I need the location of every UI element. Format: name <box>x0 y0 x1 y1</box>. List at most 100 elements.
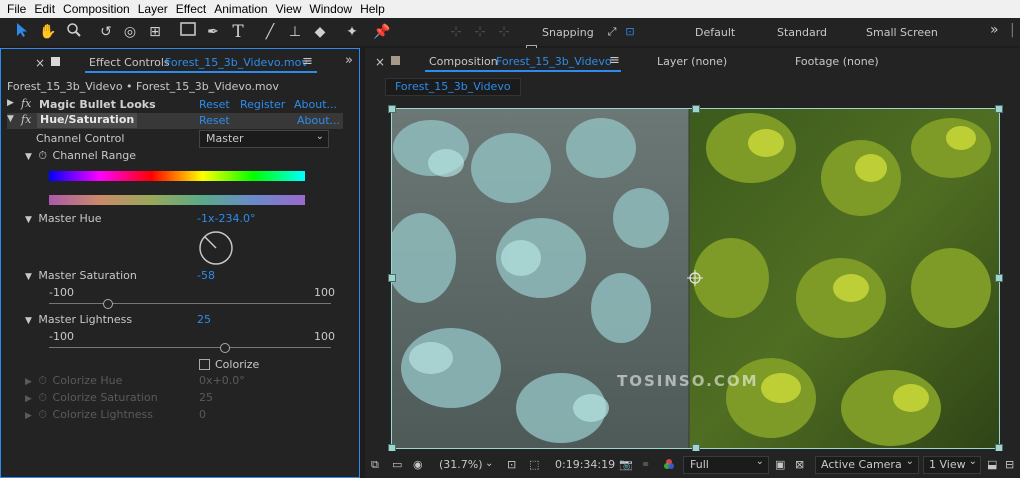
comp-breadcrumb[interactable]: Forest_15_3b_Videvo <box>385 78 521 96</box>
menu-effect[interactable]: Effect <box>176 2 206 16</box>
expanded-arrow-icon[interactable]: ▼ <box>25 215 32 225</box>
brush-tool-icon[interactable]: ╱ <box>260 22 280 42</box>
transform-handle[interactable] <box>692 105 700 113</box>
footage-tab[interactable]: Footage (none) <box>795 55 879 68</box>
effect-controls-tab-label[interactable]: Effect Controls <box>89 56 170 69</box>
panel-menu-icon[interactable]: ≡ <box>609 53 620 68</box>
color-channels-icon[interactable] <box>663 458 675 473</box>
monitor-icon[interactable]: ▭ <box>392 458 402 471</box>
master-lightness-slider-knob[interactable] <box>220 343 231 353</box>
composition-tab-label[interactable]: Composition <box>429 55 498 68</box>
master-hue-value[interactable]: -1x-234.0° <box>197 212 255 225</box>
reset-exposure-icon[interactable]: ⊟ <box>1005 458 1014 471</box>
about-link[interactable]: About... <box>294 98 337 111</box>
reset-link[interactable]: Reset <box>199 114 230 127</box>
close-tab-icon[interactable]: × <box>35 56 45 70</box>
menu-file[interactable]: File <box>7 2 26 16</box>
panel-menu-icon[interactable]: ≡ <box>302 54 313 69</box>
show-snapshot-icon[interactable]: ⚭ <box>641 458 650 471</box>
close-tab-icon[interactable]: × <box>375 55 385 69</box>
master-hue-dial[interactable] <box>197 229 235 270</box>
region-of-interest-icon[interactable]: ⬚ <box>529 458 539 471</box>
snap-features-icon[interactable]: ⊡ <box>620 22 640 42</box>
master-saturation-value[interactable]: -58 <box>197 269 215 282</box>
menu-edit[interactable]: Edit <box>34 2 55 16</box>
roto-brush-tool-icon[interactable]: ✦ <box>342 22 362 42</box>
expanded-arrow-icon[interactable]: ▼ <box>25 272 32 282</box>
channel-range-input-bar[interactable] <box>49 171 305 181</box>
vr-goggles-icon[interactable]: ◉ <box>413 458 423 471</box>
rectangle-tool-icon[interactable] <box>178 22 198 42</box>
selection-tool-icon[interactable] <box>12 22 32 42</box>
stopwatch-icon[interactable]: ⏱ <box>38 149 47 162</box>
collapsed-arrow-icon[interactable]: ▶ <box>7 98 14 108</box>
transparency-grid-icon[interactable]: ⊠ <box>795 458 804 471</box>
chevron-down-icon[interactable]: ⌄ <box>485 458 493 469</box>
clone-stamp-tool-icon[interactable]: ⊥ <box>285 22 305 42</box>
camera-orbit-tool-icon[interactable]: ◎ <box>120 22 140 42</box>
composition-viewer[interactable]: TOSINSO.COM <box>391 108 999 448</box>
workspace-small-screen[interactable]: Small Screen <box>866 26 938 39</box>
channel-range-row[interactable]: ▼ ⏱ Channel Range <box>25 149 136 163</box>
master-lightness-track[interactable] <box>49 347 331 348</box>
workspace-standard[interactable]: Standard <box>777 26 827 39</box>
more-workspaces-icon[interactable]: » <box>990 22 999 38</box>
panel-overflow-icon[interactable]: » <box>345 53 353 68</box>
pan-behind-tool-icon[interactable]: ⊞ <box>145 22 165 42</box>
zoom-tool-icon[interactable] <box>64 22 84 42</box>
menu-layer[interactable]: Layer <box>138 2 168 16</box>
view-layout-dropdown[interactable]: 1 View ⌄ <box>923 456 981 474</box>
transform-handle[interactable] <box>995 105 1003 113</box>
camera-dropdown[interactable]: Active Camera ⌄ <box>815 456 919 474</box>
fast-previews-icon[interactable]: ▣ <box>775 458 785 471</box>
comp-color-swatch <box>391 56 400 65</box>
menu-view[interactable]: View <box>276 2 302 16</box>
layer-tab[interactable]: Layer (none) <box>657 55 727 68</box>
master-lightness-value[interactable]: 25 <box>197 313 211 326</box>
always-preview-icon[interactable]: ⧉ <box>371 458 379 472</box>
composition-tab-name[interactable]: Forest_15_3b_Videvo <box>496 55 612 68</box>
snapshot-camera-icon[interactable]: 📷 <box>619 458 633 471</box>
fit-frame-icon[interactable]: ⊡ <box>507 458 516 471</box>
menu-bar: File Edit Composition Layer Effect Anima… <box>0 0 1020 18</box>
expanded-arrow-icon[interactable]: ▼ <box>7 114 14 124</box>
master-saturation-track[interactable] <box>49 303 331 304</box>
effect-row-hue-saturation[interactable]: ▼ fx Hue/Saturation Reset About... <box>7 113 343 129</box>
hand-tool-icon[interactable]: ✋ <box>38 22 58 42</box>
menu-animation[interactable]: Animation <box>214 2 267 16</box>
toggle-pixel-aspect-icon[interactable]: ⬓ <box>987 458 997 471</box>
colorize-checkbox[interactable] <box>199 359 210 370</box>
eraser-tool-icon[interactable]: ◆ <box>310 22 330 42</box>
pen-tool-icon[interactable]: ✒ <box>203 22 223 42</box>
type-tool-icon[interactable]: T <box>228 22 248 42</box>
register-link[interactable]: Register <box>240 98 285 111</box>
about-link[interactable]: About... <box>297 114 340 127</box>
resolution-dropdown[interactable]: Full ⌄ <box>683 456 769 474</box>
workspace-default[interactable]: Default <box>695 26 735 39</box>
reset-link[interactable]: Reset <box>199 98 230 111</box>
expanded-arrow-icon[interactable]: ▼ <box>25 152 32 162</box>
channel-range-output-bar[interactable] <box>49 195 305 205</box>
transform-handle[interactable] <box>995 274 1003 282</box>
fx-icon[interactable]: fx <box>21 97 31 110</box>
puppet-pin-tool-icon[interactable]: 📌 <box>372 22 392 42</box>
colorize-lightness-row: ▶ ⏱ Colorize Lightness <box>25 408 153 422</box>
menu-window[interactable]: Window <box>309 2 352 16</box>
effect-controls-layer-name[interactable]: Forest_15_3b_Videvo.mov <box>165 56 308 69</box>
effect-name: Magic Bullet Looks <box>39 98 156 111</box>
timecode[interactable]: 0:19:34:19 <box>555 458 615 471</box>
menu-help[interactable]: Help <box>360 2 385 16</box>
channel-control-dropdown[interactable]: Master ⌄ <box>199 130 329 148</box>
workspace-separator: | <box>1010 22 1015 38</box>
transform-handle[interactable] <box>388 105 396 113</box>
transform-handle[interactable] <box>388 274 396 282</box>
menu-composition[interactable]: Composition <box>63 2 130 16</box>
snap-edges-icon[interactable]: ⤢ <box>602 22 622 42</box>
master-saturation-slider-knob[interactable] <box>103 299 114 309</box>
effect-row-magic-bullet[interactable]: ▶ fx Magic Bullet Looks Reset Register A… <box>7 97 357 113</box>
rotate-tool-icon[interactable]: ↺ <box>96 22 116 42</box>
expanded-arrow-icon[interactable]: ▼ <box>25 316 32 326</box>
tools-toolbar: ✋ ↺ ◎ ⊞ ✒ T ╱ ⊥ ◆ ✦ 📌 ⊹ ⊹ ⊹ Snapping ⤢ ⊡… <box>0 18 1020 56</box>
fx-icon[interactable]: fx <box>21 113 31 126</box>
zoom-value[interactable]: (31.7%) <box>439 458 483 471</box>
